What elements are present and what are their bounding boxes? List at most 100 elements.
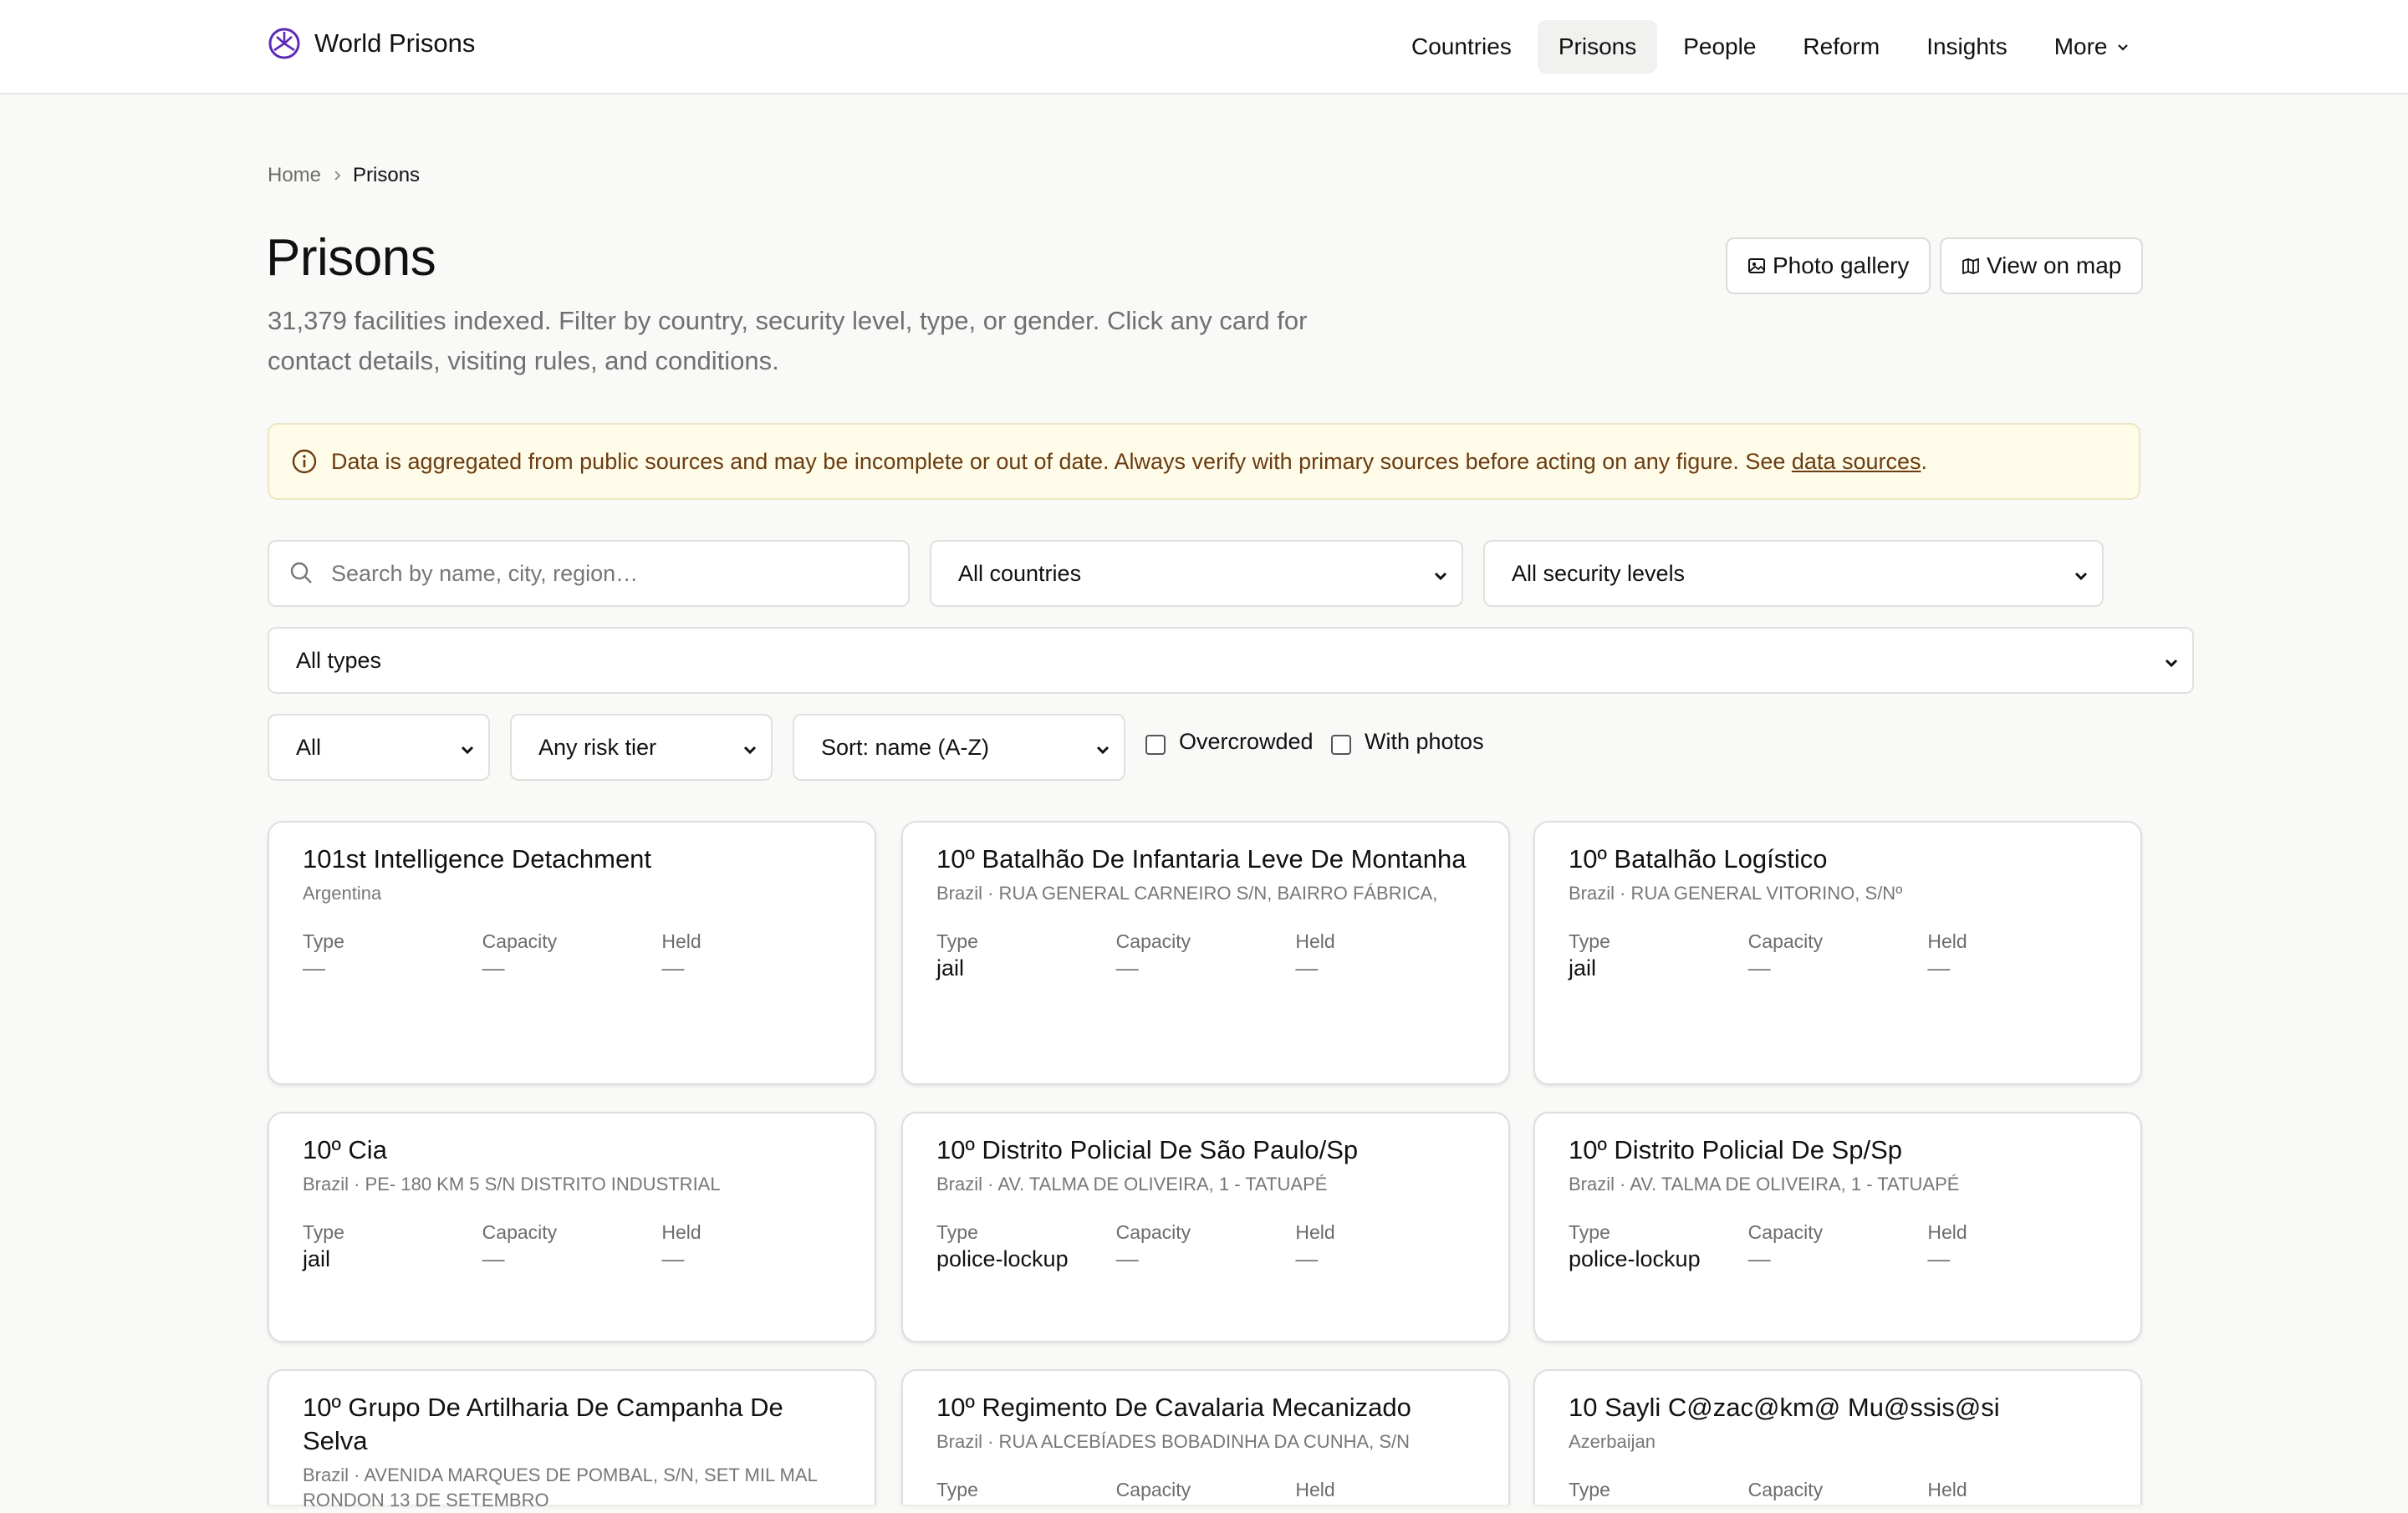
chevron-down-icon	[1096, 746, 1110, 755]
prison-card[interactable]: 10º Distrito Policial De Sp/Sp Brazil · …	[1533, 1112, 2142, 1342]
type-label: Type	[1569, 1221, 1610, 1243]
chevron-down-icon	[2165, 659, 2178, 668]
chevron-down-icon	[2074, 572, 2088, 581]
prison-card[interactable]: 10 Sayli C@zac@km@ Mu@ssis@si Azerbaijan…	[1533, 1369, 2142, 1505]
type-label: Type	[1569, 930, 1610, 952]
overcrowded-label: Overcrowded	[1179, 729, 1314, 754]
prison-location: Brazil · AVENIDA MARQUES DE POMBAL, S/N,…	[303, 1465, 817, 1510]
with-photos-checkbox[interactable]: With photos	[1331, 729, 1484, 755]
held-label: Held	[1927, 930, 1967, 952]
type-value: police-lockup	[1569, 1246, 1701, 1271]
notice-end: .	[1921, 448, 1928, 474]
chevron-down-icon	[2117, 44, 2128, 51]
prison-location: Brazil · RUA ALCEBÍADES BOBADINHA DA CUN…	[936, 1431, 1411, 1452]
search-input[interactable]: Search by name, city, region…	[268, 540, 910, 607]
overcrowded-checkbox-box[interactable]	[1145, 734, 1166, 755]
prison-card[interactable]: 10º Grupo De Artilharia De Campanha De S…	[268, 1369, 876, 1510]
nav-more[interactable]: More	[2033, 20, 2152, 74]
overcrowded-checkbox[interactable]: Overcrowded	[1145, 729, 1314, 755]
type-label: Type	[936, 930, 978, 952]
held-label: Held	[661, 930, 701, 952]
capacity-value: —	[1747, 955, 1771, 981]
held-value: —	[661, 955, 685, 981]
prison-location: Argentina	[303, 883, 382, 904]
chevron-right-icon	[334, 171, 341, 181]
prison-name: 10º Distrito Policial De Sp/Sp	[1569, 1135, 1902, 1164]
type-value: jail	[1569, 955, 1597, 981]
chevron-down-icon	[461, 746, 474, 755]
with-photos-checkbox-box[interactable]	[1331, 734, 1351, 755]
held-label: Held	[1927, 1221, 1967, 1243]
risk-tier-select[interactable]: Any risk tier	[510, 714, 773, 781]
gender-select[interactable]: All	[268, 714, 490, 781]
type-label: Type	[1569, 1479, 1610, 1500]
prison-stats: Type Capacity Held	[1569, 1478, 2107, 1501]
top-navbar: World Prisons Countries Prisons People R…	[0, 0, 2408, 94]
type-value: —	[303, 955, 325, 981]
nav-countries[interactable]: Countries	[1390, 20, 1533, 74]
main-nav: Countries Prisons People Reform Insights…	[1385, 20, 2152, 74]
capacity-label: Capacity	[1115, 930, 1191, 952]
nav-people[interactable]: People	[1662, 20, 1777, 74]
search-placeholder: Search by name, city, region…	[331, 560, 639, 586]
prison-name: 10º Cia	[303, 1135, 387, 1164]
prison-location: Brazil · RUA GENERAL VITORINO, S/Nº	[1569, 883, 1903, 904]
prison-stats: Type police-lockup Capacity — Held —	[1569, 1220, 2107, 1274]
prison-name: 10º Batalhão De Infantaria Leve De Monta…	[936, 844, 1467, 874]
nav-insights[interactable]: Insights	[1905, 20, 2028, 74]
capacity-value: —	[482, 955, 505, 981]
prison-card[interactable]: 101st Intelligence Detachment Argentina …	[268, 821, 876, 1085]
view-on-map-label: View on map	[1987, 252, 2122, 278]
data-disclaimer-notice: Data is aggregated from public sources a…	[268, 423, 2140, 500]
held-value: —	[1295, 1246, 1319, 1271]
notice-text: Data is aggregated from public sources a…	[331, 449, 1927, 475]
capacity-value: —	[1115, 1246, 1139, 1271]
type-value: jail	[936, 955, 965, 981]
prison-name: 10º Grupo De Artilharia De Campanha De S…	[303, 1393, 783, 1455]
brand-link[interactable]: World Prisons	[268, 27, 475, 60]
held-label: Held	[1927, 1479, 1967, 1500]
held-label: Held	[1295, 1479, 1335, 1500]
prison-stats: Type jail Capacity — Held —	[1569, 930, 2107, 983]
view-on-map-button[interactable]: View on map	[1940, 237, 2144, 294]
capacity-value: —	[482, 1246, 505, 1271]
photo-gallery-button[interactable]: Photo gallery	[1726, 237, 1931, 294]
sort-select-value: Sort: name (A-Z)	[821, 734, 990, 760]
capacity-label: Capacity	[1115, 1479, 1191, 1500]
nav-reform[interactable]: Reform	[1782, 20, 1900, 74]
breadcrumb: Home Prisons	[268, 164, 420, 187]
type-select-value: All types	[296, 647, 382, 673]
search-icon	[290, 562, 312, 583]
prison-card[interactable]: 10º Cia Brazil · PE- 180 KM 5 S/N DISTRI…	[268, 1112, 876, 1342]
prison-card[interactable]: 10º Distrito Policial De São Paulo/Sp Br…	[901, 1112, 1510, 1342]
prison-name: 101st Intelligence Detachment	[303, 844, 652, 874]
prison-card[interactable]: 10º Regimento De Cavalaria Mecanizado Br…	[901, 1369, 1510, 1505]
risk-select-value: Any risk tier	[538, 734, 657, 760]
type-value: police-lockup	[936, 1246, 1069, 1271]
breadcrumb-home[interactable]: Home	[268, 164, 321, 187]
data-sources-link[interactable]: data sources	[1792, 449, 1921, 474]
capacity-value: —	[1115, 955, 1139, 981]
chevron-down-icon	[743, 746, 757, 755]
country-select-value: All countries	[958, 560, 1082, 586]
security-level-select[interactable]: All security levels	[1483, 540, 2104, 607]
type-label: Type	[303, 1221, 344, 1243]
country-select[interactable]: All countries	[930, 540, 1463, 607]
nav-prisons[interactable]: Prisons	[1537, 20, 1658, 74]
prison-stats: Type jail Capacity — Held —	[303, 1220, 841, 1274]
with-photos-label: With photos	[1365, 729, 1484, 754]
type-select[interactable]: All types	[268, 627, 2194, 694]
prison-stats: Type Capacity Held	[936, 1478, 1475, 1501]
capacity-label: Capacity	[1115, 1221, 1191, 1243]
gender-select-value: All	[296, 734, 322, 760]
prison-card[interactable]: 10º Batalhão De Infantaria Leve De Monta…	[901, 821, 1510, 1085]
page-subtitle: 31,379 facilities indexed. Filter by cou…	[268, 306, 1308, 375]
prison-stats: Type police-lockup Capacity — Held —	[936, 1220, 1475, 1274]
prison-location: Brazil · AV. TALMA DE OLIVEIRA, 1 - TATU…	[1569, 1174, 1960, 1195]
capacity-label: Capacity	[1747, 1221, 1824, 1243]
sort-select[interactable]: Sort: name (A-Z)	[793, 714, 1125, 781]
globe-logo-icon	[268, 28, 300, 59]
type-value: jail	[303, 1246, 331, 1271]
prison-location: Brazil · RUA GENERAL CARNEIRO S/N, BAIRR…	[936, 883, 1438, 904]
prison-card[interactable]: 10º Batalhão Logístico Brazil · RUA GENE…	[1533, 821, 2142, 1085]
